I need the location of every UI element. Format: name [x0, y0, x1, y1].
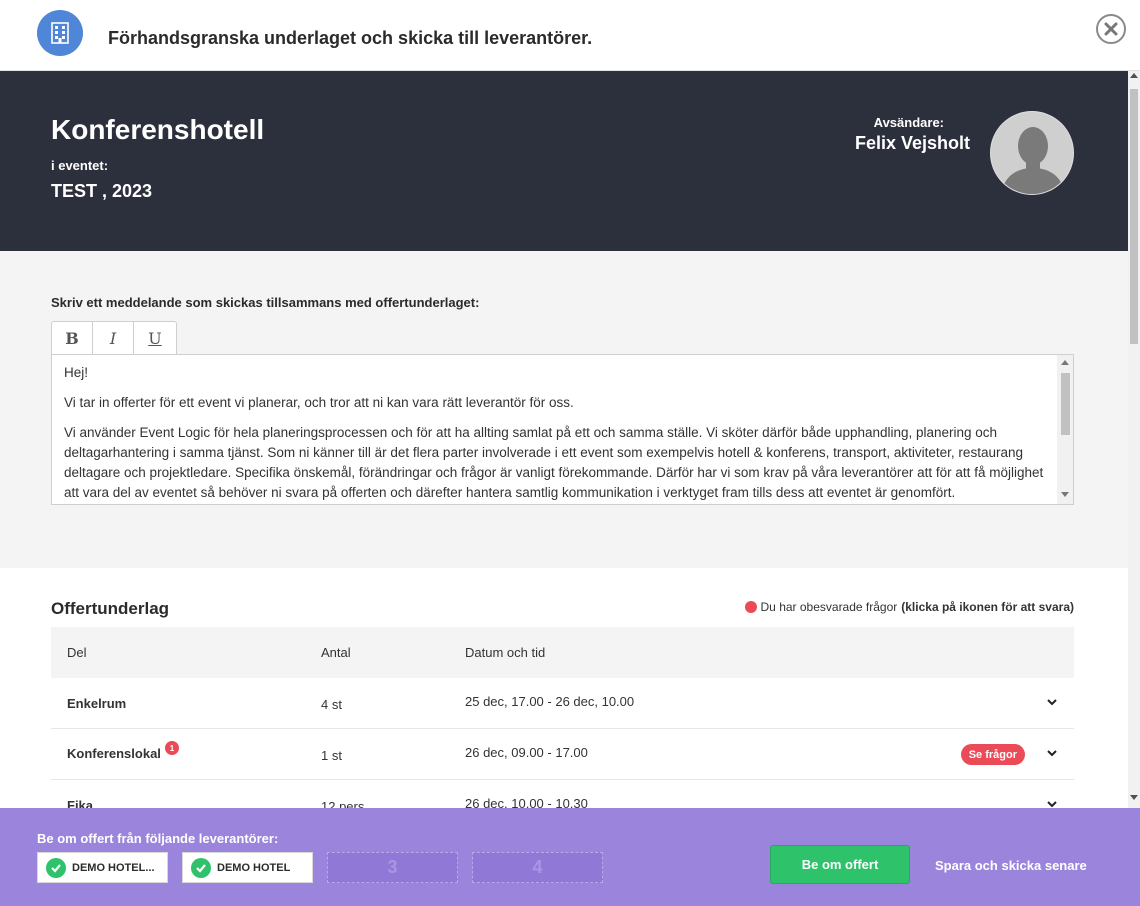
scroll-up-arrow-icon[interactable]	[1061, 360, 1069, 365]
message-editor[interactable]: Hej! Vi tar in offerter för ett event vi…	[51, 354, 1074, 505]
question-count-badge[interactable]: 1	[164, 741, 179, 756]
empty-supplier-slot[interactable]: 3	[327, 852, 458, 883]
chevron-down-icon[interactable]	[1046, 747, 1058, 759]
table-row[interactable]: Fika 12 pers 26 dec, 10.00 - 10.30	[51, 780, 1074, 808]
sender-name: Felix Vejsholt	[854, 133, 970, 153]
scroll-down-arrow-icon[interactable]	[1130, 795, 1138, 800]
alert-dot-icon	[744, 601, 757, 613]
row-part: Konferenslokal 1	[67, 741, 179, 763]
check-icon	[191, 857, 211, 878]
event-label: i eventet:	[51, 158, 109, 173]
row-quantity: 1 st	[321, 748, 342, 763]
person-silhouette-icon	[991, 112, 1073, 194]
chevron-down-icon[interactable]	[1046, 798, 1058, 808]
table-row[interactable]: Konferenslokal 1 1 st 26 dec, 09.00 - 17.…	[51, 729, 1074, 780]
close-button[interactable]	[1096, 14, 1126, 44]
scroll-down-arrow-icon[interactable]	[1061, 492, 1069, 497]
row-quantity: 12 pers	[321, 799, 365, 808]
editor-scrollbar[interactable]	[1057, 355, 1073, 504]
text-format-toolbar: B I U	[51, 321, 177, 354]
chevron-down-icon[interactable]	[1046, 696, 1058, 708]
supplier-name: DEMO HOTEL...	[72, 861, 155, 874]
see-questions-button[interactable]: Se frågor	[960, 744, 1025, 765]
table-row[interactable]: Enkelrum 4 st 25 dec, 17.00 - 26 dec, 10…	[51, 678, 1074, 729]
supplier-chip[interactable]: DEMO HOTEL	[182, 852, 313, 883]
row-datetime: 26 dec, 10.00 - 10.30	[465, 796, 588, 808]
page-scrollbar[interactable]	[1128, 71, 1140, 808]
row-datetime: 25 dec, 17.00 - 26 dec, 10.00	[465, 694, 635, 709]
supplier-name: DEMO HOTEL	[217, 861, 291, 874]
request-offer-button[interactable]: Be om offert	[770, 845, 910, 884]
save-send-later-link[interactable]: Spara och skicka senare	[935, 858, 1087, 873]
supplier-chip[interactable]: DEMO HOTEL...	[37, 852, 168, 883]
column-header-datetime: Datum och tid	[465, 645, 546, 660]
event-name: TEST , 2023	[51, 181, 153, 201]
bold-button[interactable]: B	[52, 322, 93, 354]
offer-table: Del Antal Datum och tid Enkelrum 4 st 25…	[51, 627, 1074, 808]
modal-header: Förhandsgranska underlaget och skicka ti…	[0, 0, 1140, 71]
empty-supplier-slot[interactable]: 4	[472, 852, 603, 883]
message-paragraph: Vi använder Event Logic för hela planeri…	[64, 425, 1044, 500]
hotel-building-icon	[37, 10, 83, 56]
page-scroll-thumb[interactable]	[1130, 89, 1138, 344]
request-title: Konferenshotell	[51, 114, 265, 145]
table-header: Del Antal Datum och tid	[51, 627, 1074, 678]
message-paragraph: Hej!	[64, 365, 89, 380]
check-icon	[46, 857, 66, 878]
italic-button[interactable]: I	[93, 322, 134, 354]
hero-banner: Konferenshotell i eventet: TEST , 2023 A…	[0, 71, 1128, 251]
scroll-up-arrow-icon[interactable]	[1130, 73, 1138, 78]
editor-scroll-thumb[interactable]	[1061, 373, 1070, 435]
row-part: Fika	[67, 797, 94, 809]
close-icon	[1104, 22, 1118, 36]
sender-label: Avsändare:	[873, 115, 944, 130]
message-label: Skriv ett meddelande som skickas tillsam…	[51, 295, 480, 310]
underline-button[interactable]: U	[134, 322, 176, 354]
message-section: Skriv ett meddelande som skickas tillsam…	[0, 251, 1128, 568]
row-datetime: 26 dec, 09.00 - 17.00	[465, 745, 588, 760]
row-quantity: 4 st	[321, 697, 342, 712]
column-header-part: Del	[67, 645, 87, 660]
suppliers-label: Be om offert från följande leverantörer:	[37, 831, 279, 846]
offer-section: Offertunderlag Du har obesvarade frågor …	[0, 568, 1128, 808]
supplier-footer: Be om offert från följande leverantörer:…	[0, 808, 1140, 906]
row-part: Enkelrum	[67, 695, 127, 711]
modal-title: Förhandsgranska underlaget och skicka ti…	[108, 28, 593, 48]
message-content[interactable]: Hej! Vi tar in offerter för ett event vi…	[64, 363, 1054, 504]
offer-title: Offertunderlag	[51, 599, 170, 618]
avatar	[990, 111, 1074, 195]
modal-body[interactable]: Konferenshotell i eventet: TEST , 2023 A…	[0, 71, 1128, 808]
message-paragraph: Vi tar in offerter för ett event vi plan…	[64, 395, 574, 410]
unanswered-questions-note: Du har obesvarade frågor (klicka på ikon…	[744, 600, 1074, 614]
column-header-quantity: Antal	[321, 645, 351, 660]
